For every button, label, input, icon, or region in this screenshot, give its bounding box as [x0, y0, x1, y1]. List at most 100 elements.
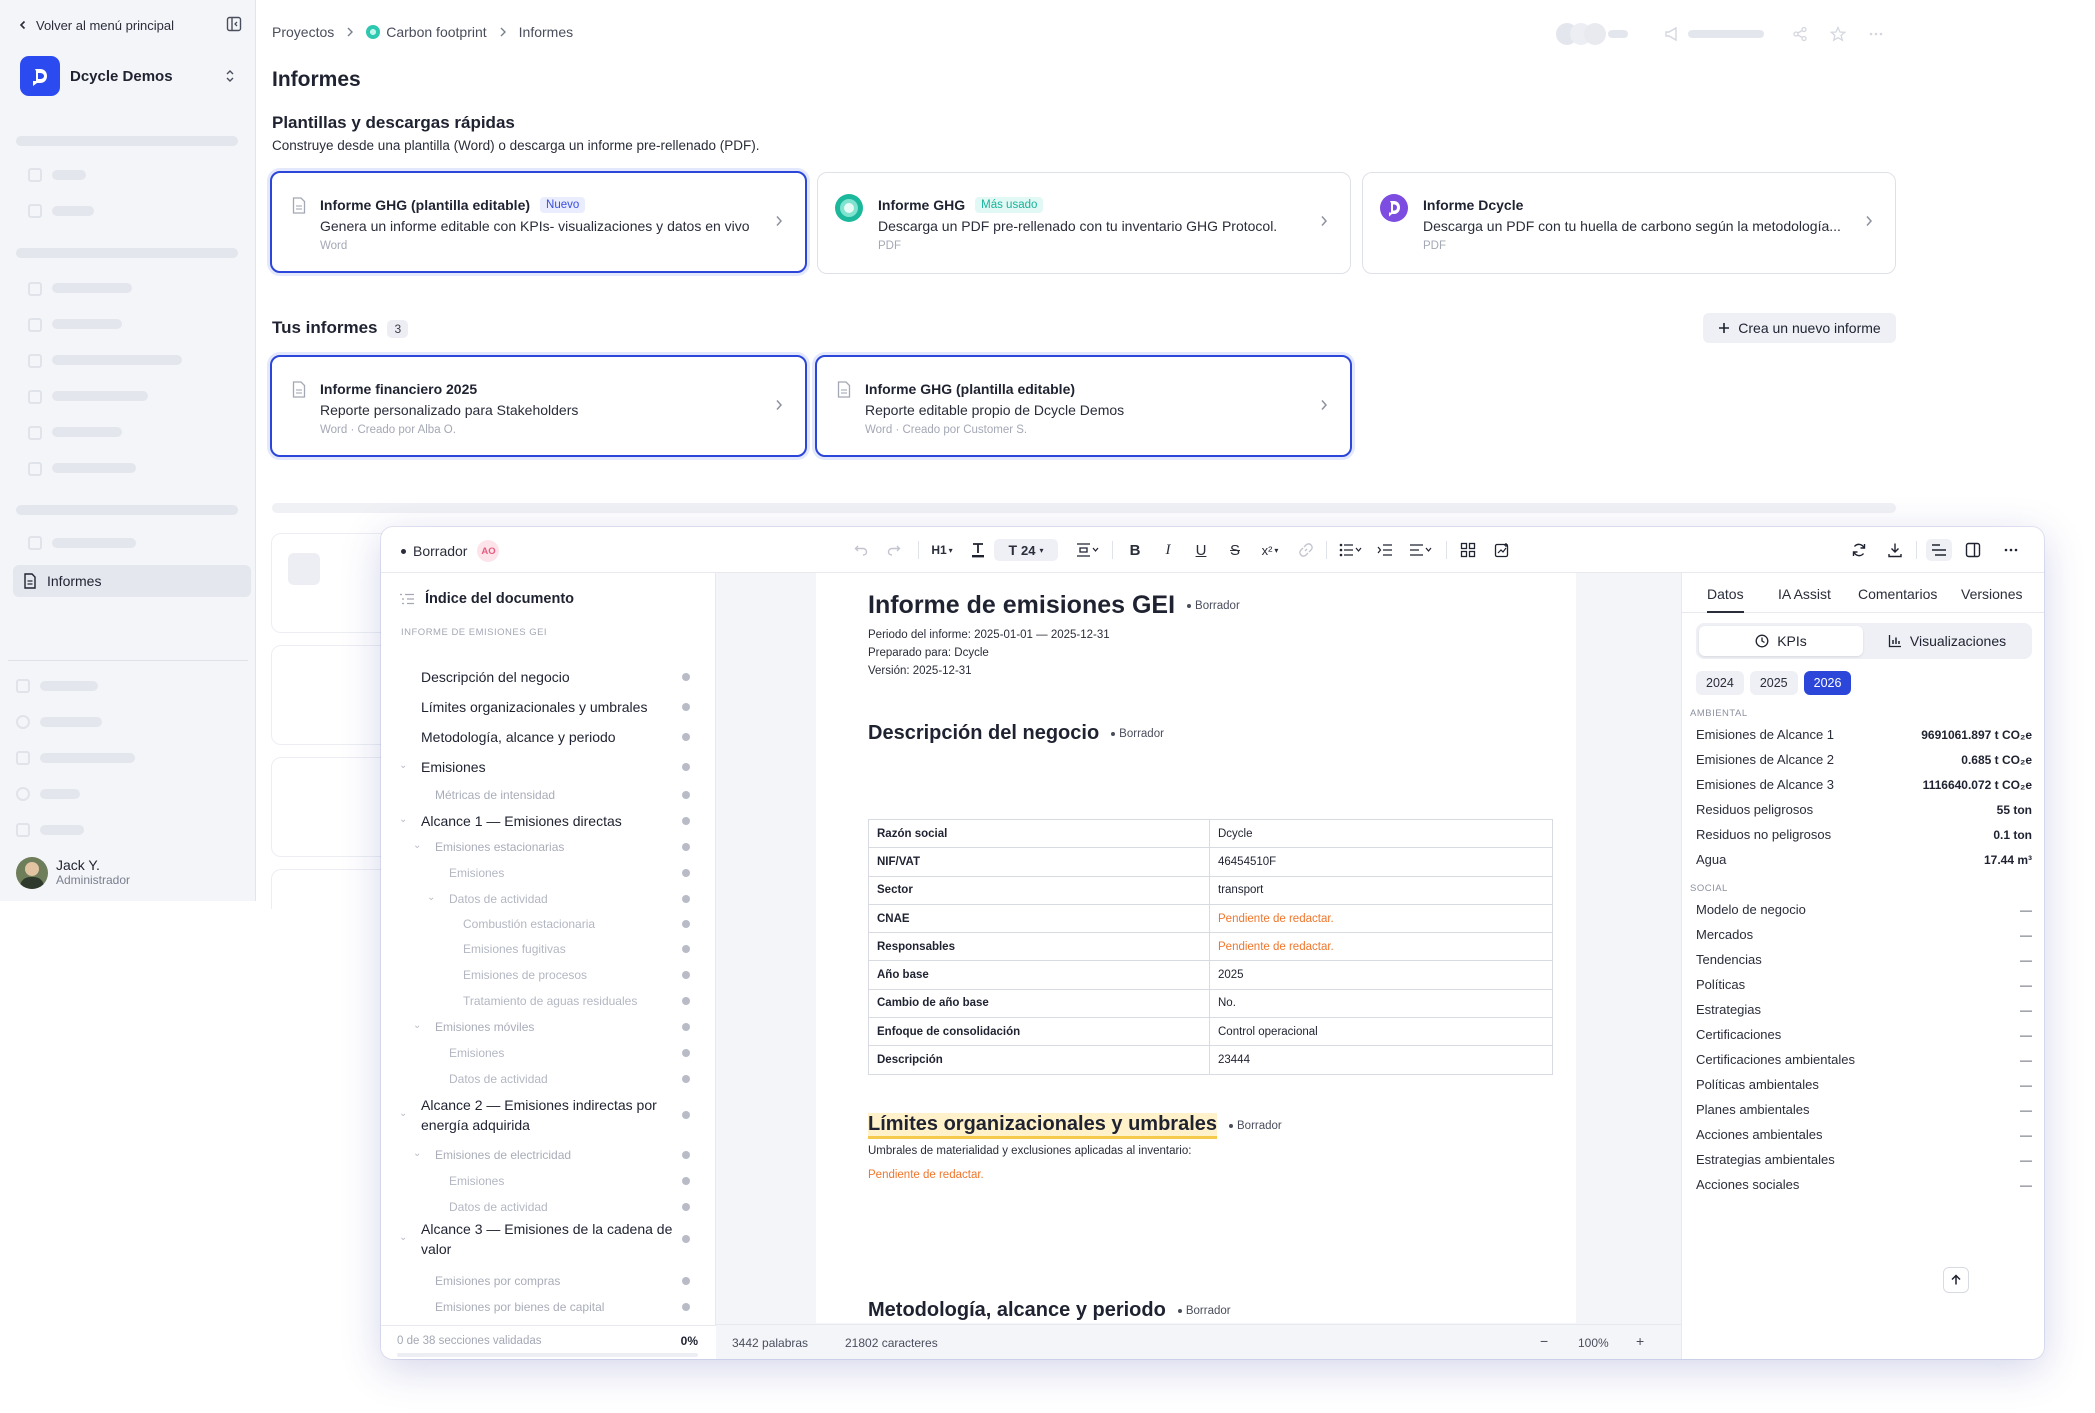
kpi-row[interactable]: Residuos no peligrosos 0.1 ton	[1696, 824, 2032, 846]
outline-item[interactable]: ⌄ Alcance 3 — Emisiones de la cadena de v…	[381, 1219, 716, 1259]
superscript-icon[interactable]: x² ▾	[1255, 539, 1285, 561]
kpi-row[interactable]: Políticas —	[1696, 974, 2032, 996]
scroll-to-top-button[interactable]	[1943, 1267, 1969, 1293]
outline-item[interactable]: Datos de actividad	[381, 1069, 716, 1089]
breadcrumb-projects[interactable]: Proyectos	[272, 24, 334, 40]
outline-item[interactable]: Emisiones de procesos	[381, 965, 716, 985]
nav-item-placeholder[interactable]	[52, 538, 136, 548]
outline-item[interactable]: Emisiones fugitivas	[381, 939, 716, 959]
kpi-row[interactable]: Estrategias —	[1696, 999, 2032, 1021]
nav-item-placeholder[interactable]	[52, 463, 136, 473]
kpi-row[interactable]: Acciones ambientales —	[1696, 1124, 2032, 1146]
outline-item[interactable]: Metodología, alcance y periodo	[381, 727, 716, 747]
insert-chart-icon[interactable]	[1492, 539, 1512, 561]
outline-item[interactable]: Emisiones	[381, 1171, 716, 1191]
report-period[interactable]: Periodo del informe: 2025-01-01 — 2025-1…	[868, 629, 1110, 641]
nav-item-placeholder[interactable]	[52, 206, 94, 216]
indent-icon[interactable]	[1375, 539, 1395, 561]
outline-item[interactable]: Métricas de intensidad	[381, 785, 716, 805]
kpi-row[interactable]: Modelo de negocio —	[1696, 899, 2032, 921]
outline-item[interactable]: Emisiones por compras	[381, 1271, 716, 1291]
nav-item-placeholder[interactable]	[52, 170, 86, 180]
outline-item[interactable]: Límites organizacionales y umbrales	[381, 697, 716, 717]
paragraph-spacing-icon[interactable]	[1073, 539, 1103, 561]
user-profile[interactable]: Jack Y. Administrador	[16, 856, 130, 890]
kpi-row[interactable]: Tendencias —	[1696, 949, 2032, 971]
outline-item[interactable]: Emisiones	[381, 1043, 716, 1063]
year-2026[interactable]: 2026	[1803, 671, 1852, 695]
refresh-icon[interactable]	[1849, 539, 1869, 561]
kpi-row[interactable]: Certificaciones ambientales —	[1696, 1049, 2032, 1071]
sidebar-item-informes[interactable]: Informes	[13, 565, 251, 597]
template-card-ghg-pdf[interactable]: Informe GHG Más usado Descarga un PDF pre…	[817, 172, 1351, 274]
create-report-button[interactable]: Crea un nuevo informe	[1703, 313, 1896, 343]
tab-ia-assist[interactable]: IA Assist	[1778, 586, 1831, 602]
template-card-dcycle-pdf[interactable]: Informe Dcycle Descarga un PDF con tu hu…	[1362, 172, 1896, 274]
redo-icon[interactable]	[884, 539, 904, 561]
document-page[interactable]: Informe de emisiones GEI Borrador Periodo…	[816, 573, 1576, 1323]
share-icon[interactable]	[1792, 26, 1808, 42]
nav-item-placeholder[interactable]	[40, 753, 135, 763]
outline-item[interactable]: Datos de actividad	[381, 1197, 716, 1217]
nav-item-placeholder[interactable]	[52, 283, 132, 293]
heading-level-select[interactable]: H1 ▾	[927, 539, 957, 561]
org-switcher[interactable]: Dcycle Demos	[20, 56, 240, 96]
outline-item[interactable]: Tratamiento de aguas residuales	[381, 991, 716, 1011]
kpi-row[interactable]: Agua 17.44 m³	[1696, 849, 2032, 871]
text-color-icon[interactable]	[968, 539, 988, 561]
outline-toggle-icon[interactable]	[1926, 539, 1952, 561]
tab-datos[interactable]: Datos	[1707, 586, 1744, 613]
kpi-row[interactable]: Estrategias ambientales —	[1696, 1149, 2032, 1171]
tab-comentarios[interactable]: Comentarios	[1858, 586, 1937, 602]
outline-item[interactable]: ⌄ Alcance 1 — Emisiones directas	[381, 811, 716, 831]
nav-item-placeholder[interactable]	[52, 391, 148, 401]
more-icon[interactable]	[2001, 539, 2021, 561]
template-card-ghg-editable[interactable]: Informe GHG (plantilla editable) Nuevo Ge…	[270, 171, 807, 273]
side-panel-icon[interactable]	[1963, 539, 1983, 561]
nav-item-placeholder[interactable]	[40, 789, 80, 799]
more-icon[interactable]	[1868, 26, 1884, 42]
bold-icon[interactable]: B	[1125, 539, 1145, 561]
section-text[interactable]: Umbrales de materialidad y exclusiones a…	[868, 1145, 1191, 1157]
outline-item[interactable]: ⌄ Emisiones móviles	[381, 1017, 716, 1037]
kpi-row[interactable]: Residuos peligrosos 55 ton	[1696, 799, 2032, 821]
outline-item[interactable]: ⌄ Datos de actividad	[381, 889, 716, 909]
grid-block-icon[interactable]	[1458, 539, 1478, 561]
back-to-main-menu[interactable]: Volver al menú principal	[18, 14, 242, 36]
kpi-row[interactable]: Certificaciones —	[1696, 1024, 2032, 1046]
outline-item[interactable]: Emisiones	[381, 863, 716, 883]
nav-item-placeholder[interactable]	[52, 355, 182, 365]
kpi-row[interactable]: Emisiones de Alcance 3 1116640.072 t CO₂e	[1696, 774, 2032, 796]
outline-item[interactable]: ⌄ Emisiones estacionarias	[381, 837, 716, 857]
zoom-in-button[interactable]: +	[1636, 1333, 1644, 1349]
nav-item-placeholder[interactable]	[52, 427, 122, 437]
outline-item[interactable]: Emisiones por bienes de capital	[381, 1297, 716, 1317]
outline-item[interactable]: ⌄ Emisiones de electricidad	[381, 1145, 716, 1165]
kpi-row[interactable]: Planes ambientales —	[1696, 1099, 2032, 1121]
year-2025[interactable]: 2025	[1749, 671, 1798, 695]
nav-item-placeholder[interactable]	[40, 681, 98, 691]
star-icon[interactable]	[1830, 26, 1846, 42]
italic-icon[interactable]: I	[1158, 539, 1178, 561]
undo-icon[interactable]	[851, 539, 871, 561]
nav-item-placeholder[interactable]	[52, 319, 122, 329]
version[interactable]: Versión: 2025-12-31	[868, 665, 972, 677]
outline-item[interactable]: Descripción del negocio	[381, 667, 716, 687]
tab-versiones[interactable]: Versiones	[1961, 586, 2022, 602]
nav-item-placeholder[interactable]	[40, 717, 102, 727]
collapse-sidebar-icon[interactable]	[226, 16, 242, 32]
document-status[interactable]: Borrador	[413, 543, 467, 559]
outline-item[interactable]: ⌄ Emisiones	[381, 757, 716, 777]
kpi-row[interactable]: Políticas ambientales —	[1696, 1074, 2032, 1096]
outline-item[interactable]: ⌄ Alcance 2 — Emisiones indirectas por en…	[381, 1095, 716, 1135]
font-size-select[interactable]: T 24 ▾	[994, 539, 1058, 561]
megaphone-icon[interactable]	[1664, 26, 1680, 42]
zoom-out-button[interactable]: −	[1540, 1333, 1548, 1349]
link-icon[interactable]	[1296, 539, 1316, 561]
outline-item[interactable]: Combustión estacionaria	[381, 914, 716, 934]
report-card-financiero[interactable]: Informe financiero 2025 Reporte personal…	[270, 355, 807, 457]
report-card-ghg-editable[interactable]: Informe GHG (plantilla editable) Reporte…	[815, 355, 1352, 457]
kpi-row[interactable]: Mercados —	[1696, 924, 2032, 946]
kpis-toggle[interactable]: KPIs	[1699, 626, 1863, 656]
kpi-row[interactable]: Acciones sociales —	[1696, 1174, 2032, 1196]
